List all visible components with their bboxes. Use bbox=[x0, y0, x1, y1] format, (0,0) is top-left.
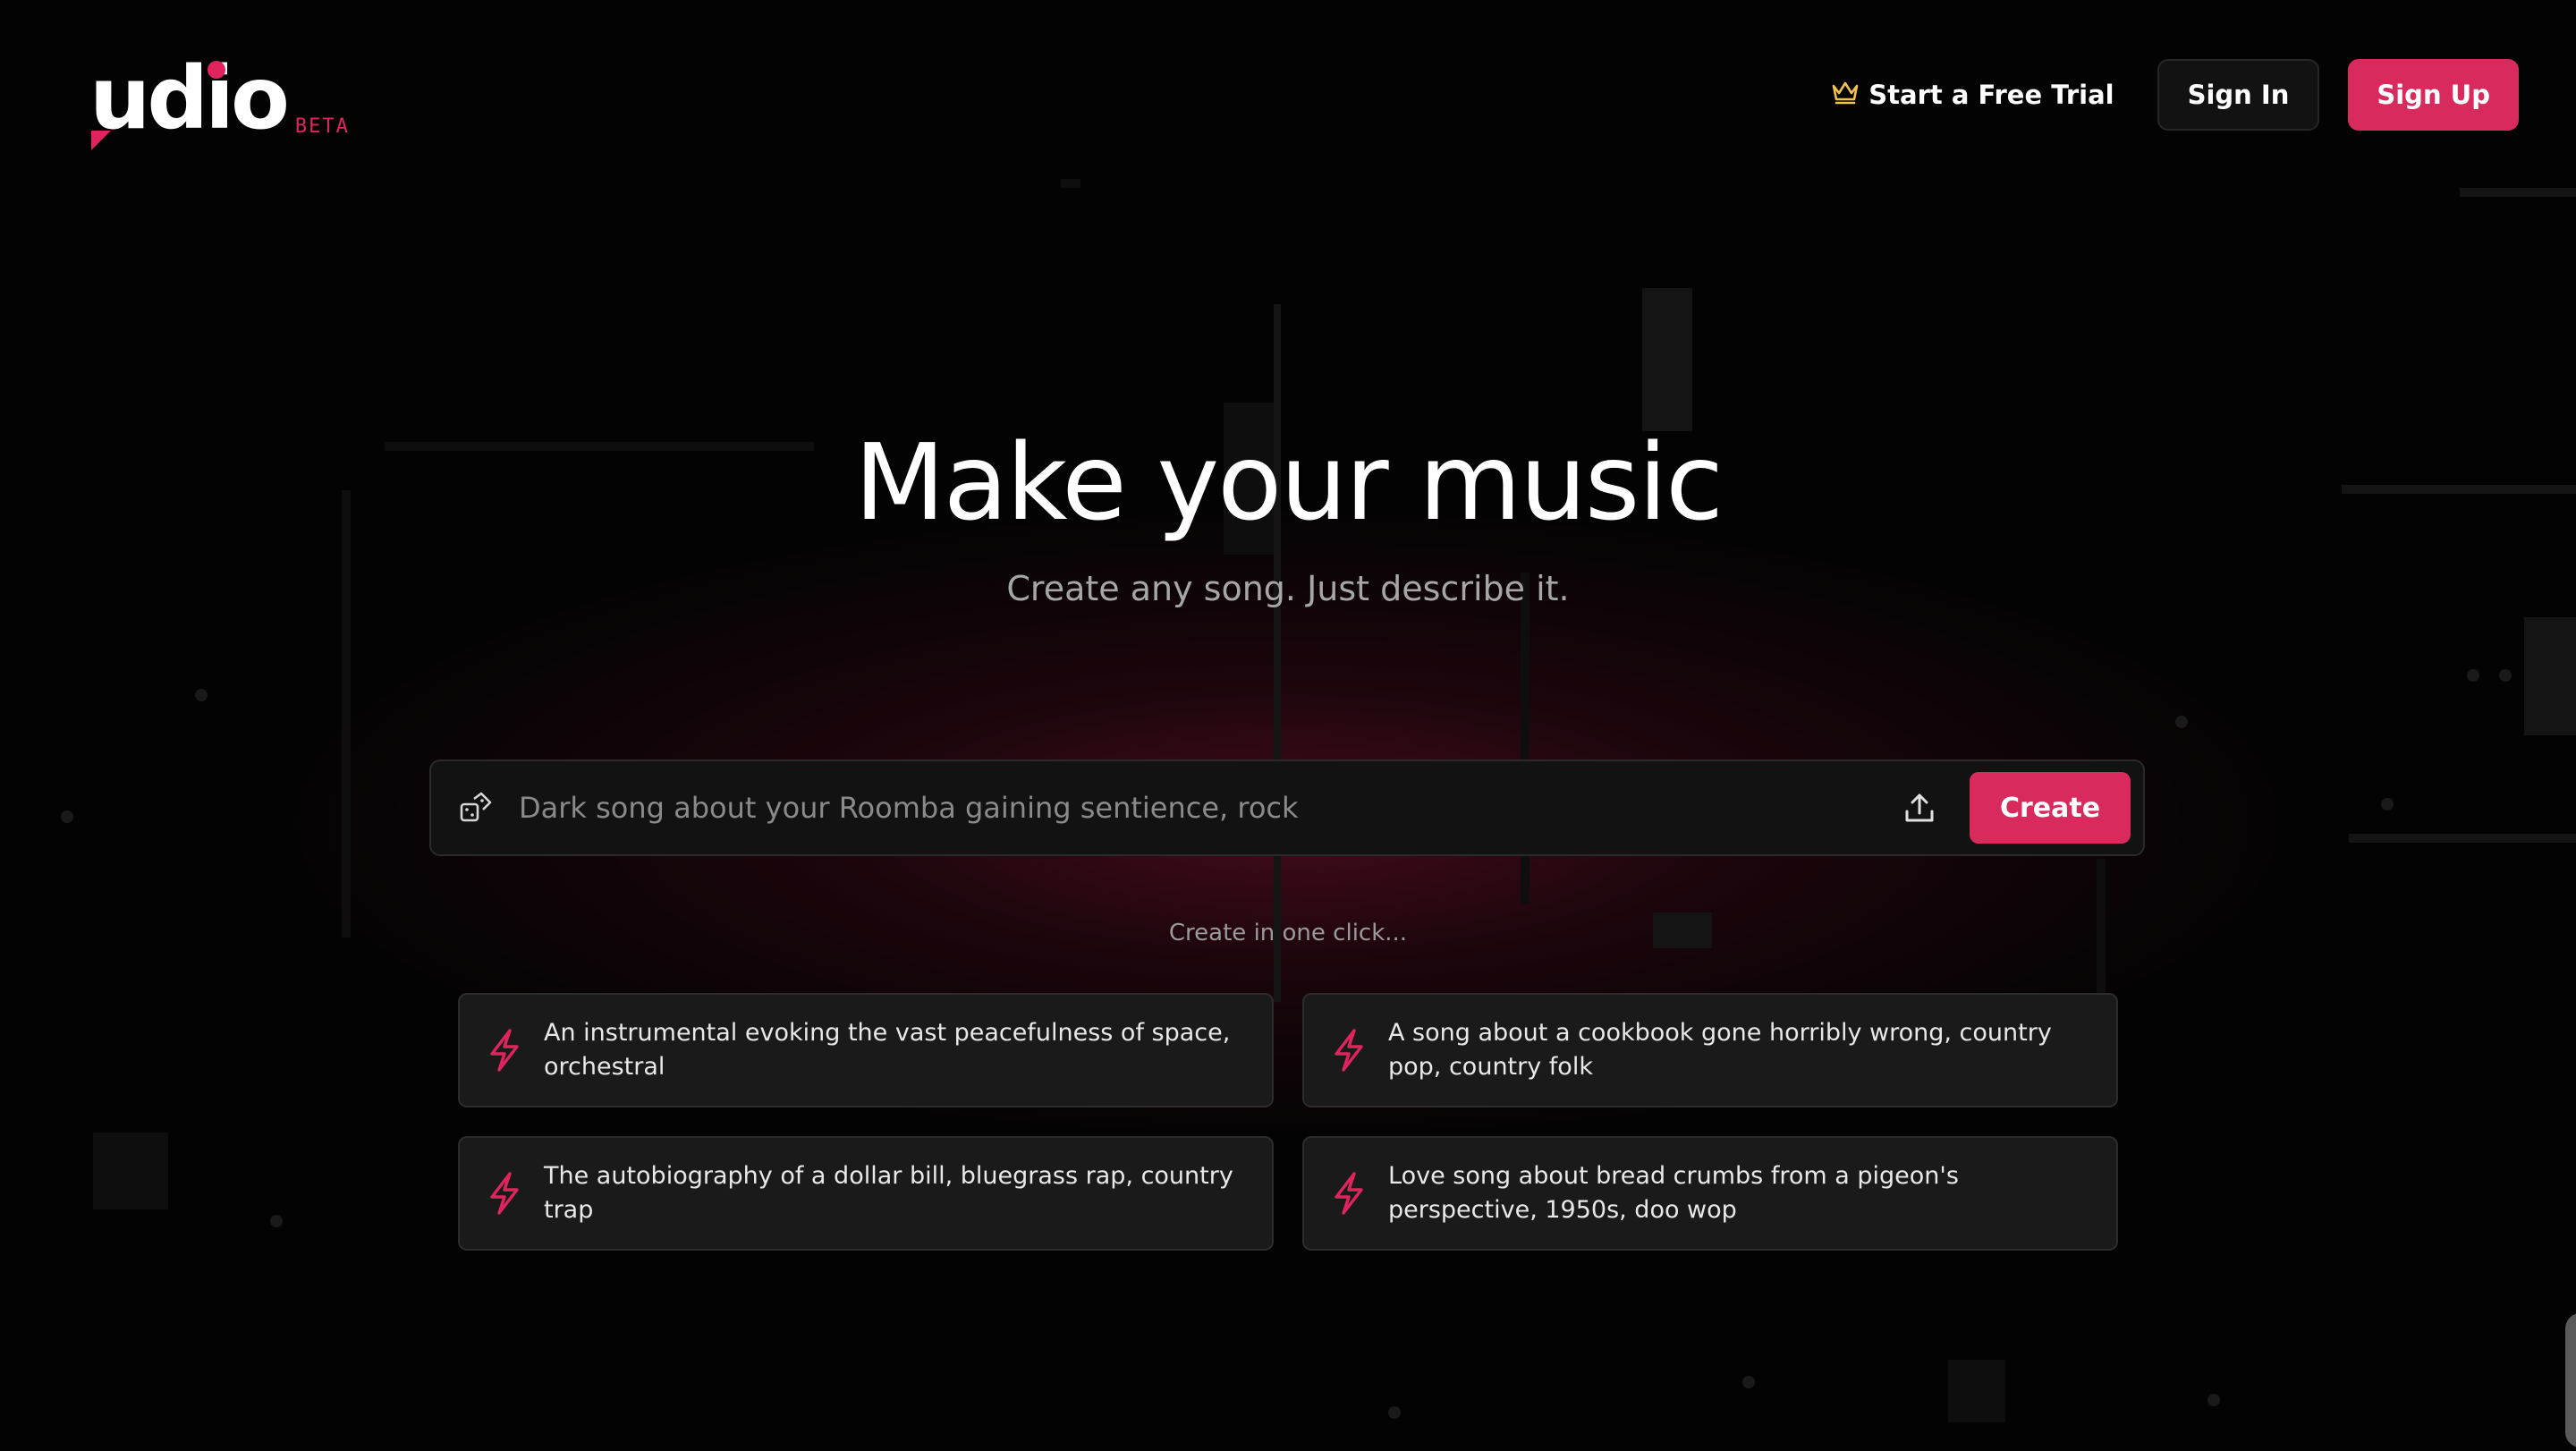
header-nav: Start a Free Trial Sign In Sign Up bbox=[1831, 59, 2519, 131]
background-block bbox=[1061, 179, 1080, 188]
background-dot bbox=[2207, 1394, 2220, 1406]
lightning-icon bbox=[487, 1172, 522, 1215]
page-subtitle: Create any song. Just describe it. bbox=[1006, 569, 1570, 608]
background-block bbox=[2460, 188, 2576, 197]
sign-up-button[interactable]: Sign Up bbox=[2348, 59, 2519, 131]
prompt-input[interactable] bbox=[517, 771, 1882, 844]
suggestion-text: Love song about bread crumbs from a pige… bbox=[1388, 1162, 1959, 1224]
scroll-handle[interactable] bbox=[2565, 1313, 2576, 1447]
suggestion-card[interactable]: A song about a cookbook gone horribly wr… bbox=[1302, 993, 2118, 1107]
lightning-icon bbox=[1331, 1172, 1367, 1215]
upload-icon[interactable] bbox=[1900, 788, 1939, 827]
logo-wordmark: udio bbox=[89, 55, 290, 150]
create-button[interactable]: Create bbox=[1970, 772, 2131, 844]
background-block bbox=[1948, 1360, 2005, 1422]
background-dot bbox=[1388, 1406, 1401, 1419]
background-block bbox=[342, 490, 351, 938]
background-dot bbox=[195, 689, 208, 701]
background-block bbox=[1274, 304, 1281, 1002]
background-block bbox=[2524, 617, 2576, 735]
suggestion-card[interactable]: Love song about bread crumbs from a pige… bbox=[1302, 1136, 2118, 1251]
lightning-icon bbox=[1331, 1029, 1367, 1072]
page-title: Make your music bbox=[853, 420, 1724, 544]
udio-logo[interactable]: udio BETA bbox=[89, 55, 350, 150]
background-dot bbox=[2467, 669, 2479, 682]
background-block bbox=[93, 1133, 168, 1209]
background-block bbox=[2349, 834, 2576, 843]
beta-badge: BETA bbox=[294, 115, 350, 138]
prompt-bar: Create bbox=[429, 759, 2145, 856]
background-dot bbox=[2499, 669, 2512, 682]
logo-triangle bbox=[91, 131, 111, 150]
background-dot bbox=[61, 810, 73, 823]
crown-icon bbox=[1831, 80, 1868, 111]
suggestion-text: The autobiography of a dollar bill, blue… bbox=[544, 1162, 1233, 1224]
logo-text: udio bbox=[89, 48, 290, 148]
background-block bbox=[1642, 288, 1692, 431]
logo-dot bbox=[208, 61, 225, 79]
sign-in-button[interactable]: Sign In bbox=[2157, 59, 2320, 131]
suggestion-text: An instrumental evoking the vast peacefu… bbox=[544, 1019, 1231, 1081]
start-free-trial-link[interactable]: Start a Free Trial bbox=[1831, 80, 2114, 111]
suggestion-card[interactable]: An instrumental evoking the vast peacefu… bbox=[458, 993, 1274, 1107]
background-dot bbox=[1742, 1376, 1755, 1388]
dice-icon[interactable] bbox=[458, 790, 494, 826]
suggestion-grid: An instrumental evoking the vast peacefu… bbox=[458, 993, 2118, 1251]
background-dot bbox=[270, 1215, 283, 1227]
background-dot bbox=[2381, 798, 2394, 810]
suggestion-card[interactable]: The autobiography of a dollar bill, blue… bbox=[458, 1136, 1274, 1251]
start-free-trial-label: Start a Free Trial bbox=[1868, 80, 2114, 110]
lightning-icon bbox=[487, 1029, 522, 1072]
page: udio BETA Start a Free Trial Sign In Sig… bbox=[0, 0, 2576, 1451]
background-dot bbox=[2175, 716, 2188, 728]
suggestion-text: A song about a cookbook gone horribly wr… bbox=[1388, 1019, 2052, 1081]
suggestions-heading: Create in one click... bbox=[1168, 920, 1408, 946]
